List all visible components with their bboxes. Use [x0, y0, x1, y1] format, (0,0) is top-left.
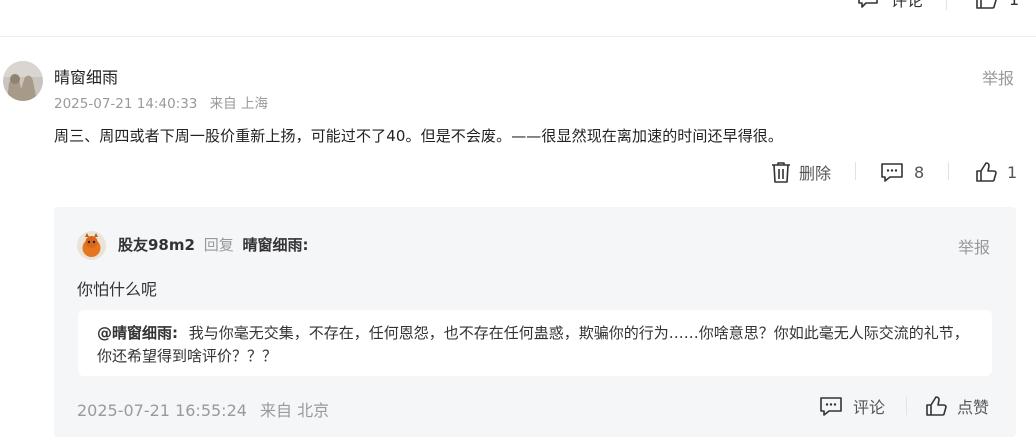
reply-header: 股友98m2 回复 晴窗细雨:: [118, 234, 309, 255]
reply-body: 你怕什么呢: [77, 280, 158, 299]
quoted-text-block: @晴窗细雨: 我与你毫无交集，不存在，任何恩怨，也不存在任何蛊惑，欺骗你的行为……: [97, 322, 977, 368]
like-button[interactable]: 1: [975, 160, 1017, 184]
reply-timestamp: 2025-07-21 16:55:24: [77, 401, 247, 420]
previous-like-count: 1: [1009, 0, 1019, 9]
avatar[interactable]: [3, 61, 43, 101]
thumbs-up-icon: [925, 395, 947, 417]
reply-count: 8: [914, 162, 925, 182]
delete-button[interactable]: 删除: [771, 160, 831, 184]
reply-report-button[interactable]: 举报: [958, 234, 990, 258]
reply-like-button[interactable]: 点赞: [925, 394, 989, 418]
quoted-mention[interactable]: @晴窗细雨:: [97, 324, 178, 342]
reply-username[interactable]: 股友98m2: [118, 236, 195, 254]
comment-body: 周三、周四或者下周一股价重新上扬，可能过不了40。但是不会废。——很显然现在离加…: [54, 127, 783, 145]
comment-icon: [880, 162, 904, 183]
previous-comment-label: 评论: [891, 0, 924, 10]
comment-username[interactable]: 晴窗细雨: [54, 64, 118, 88]
like-count: 1: [1007, 162, 1018, 182]
divider: [906, 397, 907, 415]
previous-comment-button[interactable]: 评论: [857, 0, 923, 10]
comment-icon: [857, 0, 879, 9]
divider: [946, 0, 947, 10]
previous-comment-actions: 评论 1: [0, 0, 1036, 14]
reply-word: 回复: [203, 236, 234, 254]
quoted-text: 我与你毫无交集，不存在，任何恩怨，也不存在任何蛊惑，欺骗你的行为……你啥意思？你…: [97, 324, 969, 365]
reply-avatar[interactable]: [77, 231, 106, 260]
reply-target-user[interactable]: 晴窗细雨:: [243, 236, 309, 254]
divider: [855, 162, 856, 180]
separator: [0, 36, 1036, 37]
comment-icon: [819, 396, 843, 417]
previous-like-button[interactable]: 1: [975, 0, 1019, 10]
comment-location: 来自 上海: [209, 96, 268, 112]
thumbs-up-icon: [975, 0, 997, 10]
reply-like-label: 点赞: [957, 398, 990, 417]
trash-icon: [771, 161, 791, 183]
quoted-comment: @晴窗细雨: 我与你毫无交集，不存在，任何恩怨，也不存在任何蛊惑，欺骗你的行为……: [78, 310, 992, 376]
reply-panel: 股友98m2 回复 晴窗细雨: 举报 你怕什么呢 @晴窗细雨: 我与你毫无交集，…: [54, 207, 1016, 437]
thumbs-up-icon: [975, 161, 997, 183]
comment-meta: 2025-07-21 14:40:33 来自 上海: [54, 92, 268, 112]
reply-comment-label: 评论: [853, 398, 886, 417]
reply-location: 来自 北京: [260, 401, 330, 420]
reply-meta: 2025-07-21 16:55:24 来自 北京: [77, 397, 329, 421]
divider: [948, 162, 949, 180]
reply-count-button[interactable]: 8: [880, 160, 924, 184]
comment-report-button[interactable]: 举报: [982, 65, 1014, 89]
reply-comment-button[interactable]: 评论: [819, 394, 885, 418]
comment-timestamp: 2025-07-21 14:40:33: [54, 96, 198, 112]
delete-label: 删除: [799, 164, 832, 183]
